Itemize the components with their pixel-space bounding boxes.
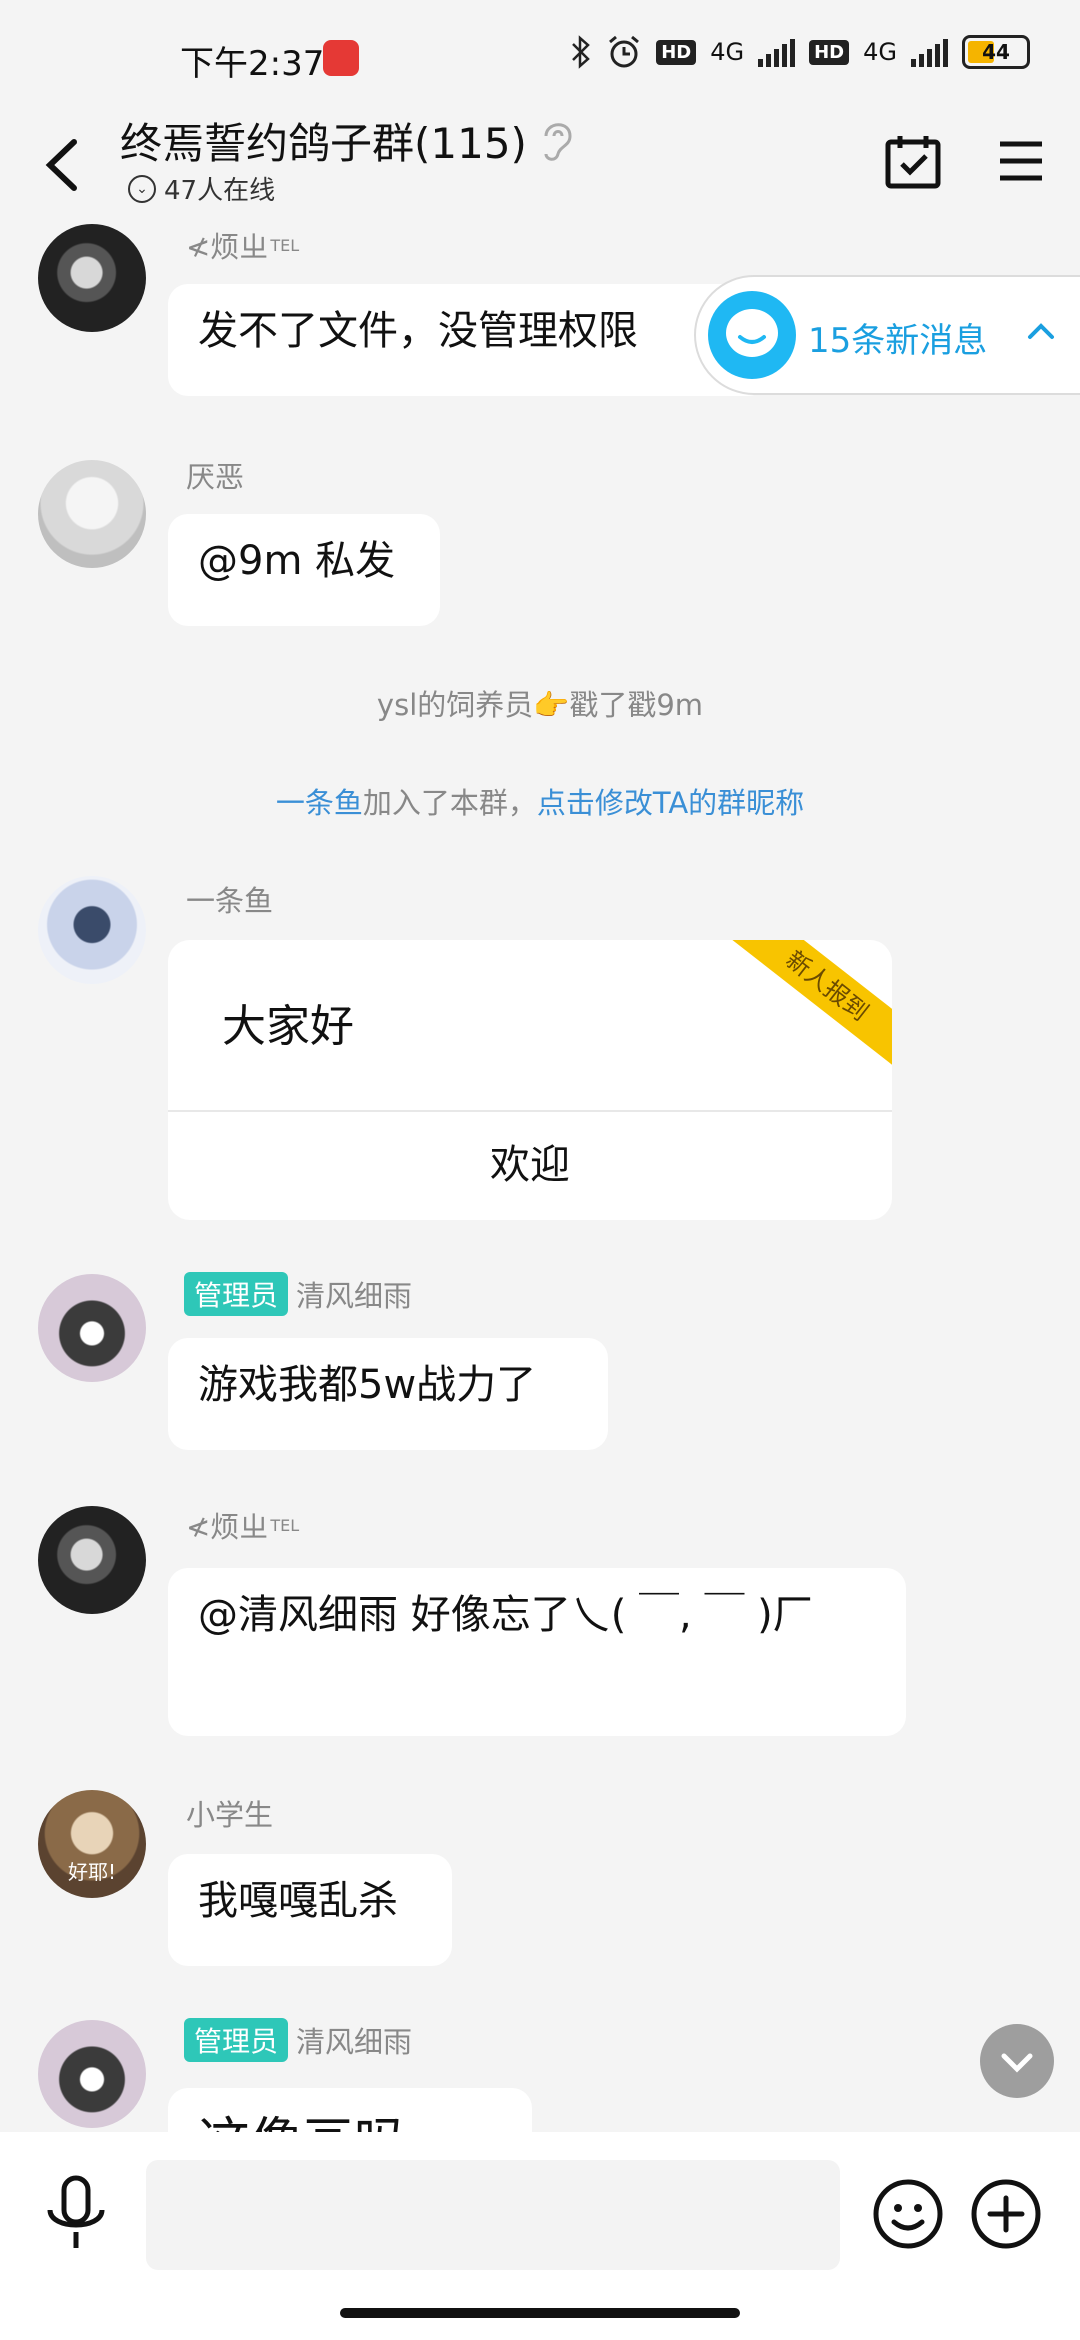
chevron-up-icon [1028,323,1054,339]
message-bubble[interactable]: @9m 私发 [168,514,440,626]
sender-name-text: 清风细雨 [296,1279,413,1313]
avatar[interactable] [38,1274,146,1382]
system-notice-poke: ysl的饲养员👉戳了戳9m [376,688,704,722]
message-bubble[interactable]: 我嘎嘎乱杀 [168,1854,452,1966]
welcome-button[interactable]: 欢迎 [168,1110,892,1220]
network-label-1: 4G [710,38,745,66]
avatar[interactable] [38,876,146,984]
calendar-check-icon[interactable] [884,134,942,190]
group-title[interactable]: 终焉誓约鸽子群(115) [120,110,527,171]
plus-icon[interactable] [970,2178,1042,2250]
join-name-link[interactable]: 一条鱼 [276,786,363,820]
input-bar [0,2132,1080,2340]
sender-name: 管理员 清风细雨 [184,2018,412,2062]
sender-name: 一条鱼 [186,884,274,918]
bluetooth-icon [572,35,591,69]
avatar-caption: 好耶! [67,1860,117,1884]
sender-name-text: ≮烦ㄓ [186,230,269,264]
status-bar: 下午2:37 HD 4G HD 4G 44 [0,0,1080,110]
new-member-ribbon: 新人报到 [722,940,892,1075]
chat-header: 终焉誓约鸽子群(115) ⌄ 47人在线 [0,110,1080,220]
card-greeting: 大家好 [222,1001,354,1052]
sender-name: 小学生 [186,1798,274,1832]
avatar[interactable] [38,224,146,332]
message-input[interactable] [146,2160,840,2270]
avatar[interactable] [38,1506,146,1614]
battery-icon: 44 [962,35,1030,69]
chat-bubble-icon [708,291,796,379]
sender-name-sup: TEL [270,1515,300,1535]
status-time: 下午2:37 [180,44,325,84]
sender-name: 厌恶 [186,460,245,494]
network-label-2: 4G [863,38,897,66]
admin-badge: 管理员 [184,2018,289,2062]
sender-name-sup: TEL [270,235,300,255]
chat-area[interactable]: ≮烦ㄓ TEL 发不了文件，没管理权限 厌恶 @9m 私发 ysl的饲养员👉戳了… [0,220,1080,2132]
hd-badge: HD [656,39,697,65]
sender-name: ≮烦ㄓ TEL [186,1504,299,1546]
signal-icon-2 [911,37,948,67]
online-count[interactable]: ⌄ 47人在线 [128,170,275,207]
battery-level: 44 [982,40,1010,64]
message-bubble[interactable]: 这像画吗 [168,2088,532,2132]
menu-icon[interactable] [996,136,1046,186]
back-button[interactable] [36,130,92,200]
avatar[interactable] [38,2020,146,2128]
emoji-icon[interactable] [872,2178,944,2250]
message-bubble[interactable]: @清风细雨 好像忘了乀( ￣, ￣ )厂 [168,1568,906,1736]
new-messages-pill[interactable]: 15条新消息 [694,275,1080,395]
avatar[interactable]: 好耶! [38,1790,146,1898]
join-mid-text: 加入了本群， [362,786,537,820]
new-member-card: 大家好 新人报到 欢迎 [168,940,892,1220]
avatar[interactable] [38,460,146,568]
message-bubble[interactable]: 游戏我都5w战力了 [168,1338,608,1450]
sender-name-text: 清风细雨 [296,2025,413,2059]
new-messages-label: 15条新消息 [808,321,988,361]
sender-name: 管理员 清风细雨 [184,1272,412,1316]
online-label: 47人在线 [164,176,276,206]
system-notice-join: 一条鱼加入了本群，点击修改TA的群昵称 [0,780,1080,822]
hd-badge-2: HD [809,39,850,65]
alarm-icon [609,35,640,68]
ear-icon[interactable] [536,116,576,164]
admin-badge: 管理员 [184,1272,289,1316]
chevron-down-icon: ⌄ [128,174,156,203]
sender-name: ≮烦ㄓ TEL [186,224,299,266]
home-indicator[interactable] [340,2308,740,2318]
message-bubble[interactable]: 发不了文件，没管理权限 [168,284,768,396]
edit-nickname-link[interactable]: 点击修改TA的群昵称 [537,786,804,820]
sender-name-text: ≮烦ㄓ [186,1510,269,1544]
scroll-to-bottom-button[interactable] [980,2024,1054,2098]
microphone-icon[interactable] [42,2174,110,2254]
app-notification-icon [323,40,359,76]
signal-icon [758,37,796,67]
status-icons: HD 4G HD 4G 44 [570,34,1030,70]
